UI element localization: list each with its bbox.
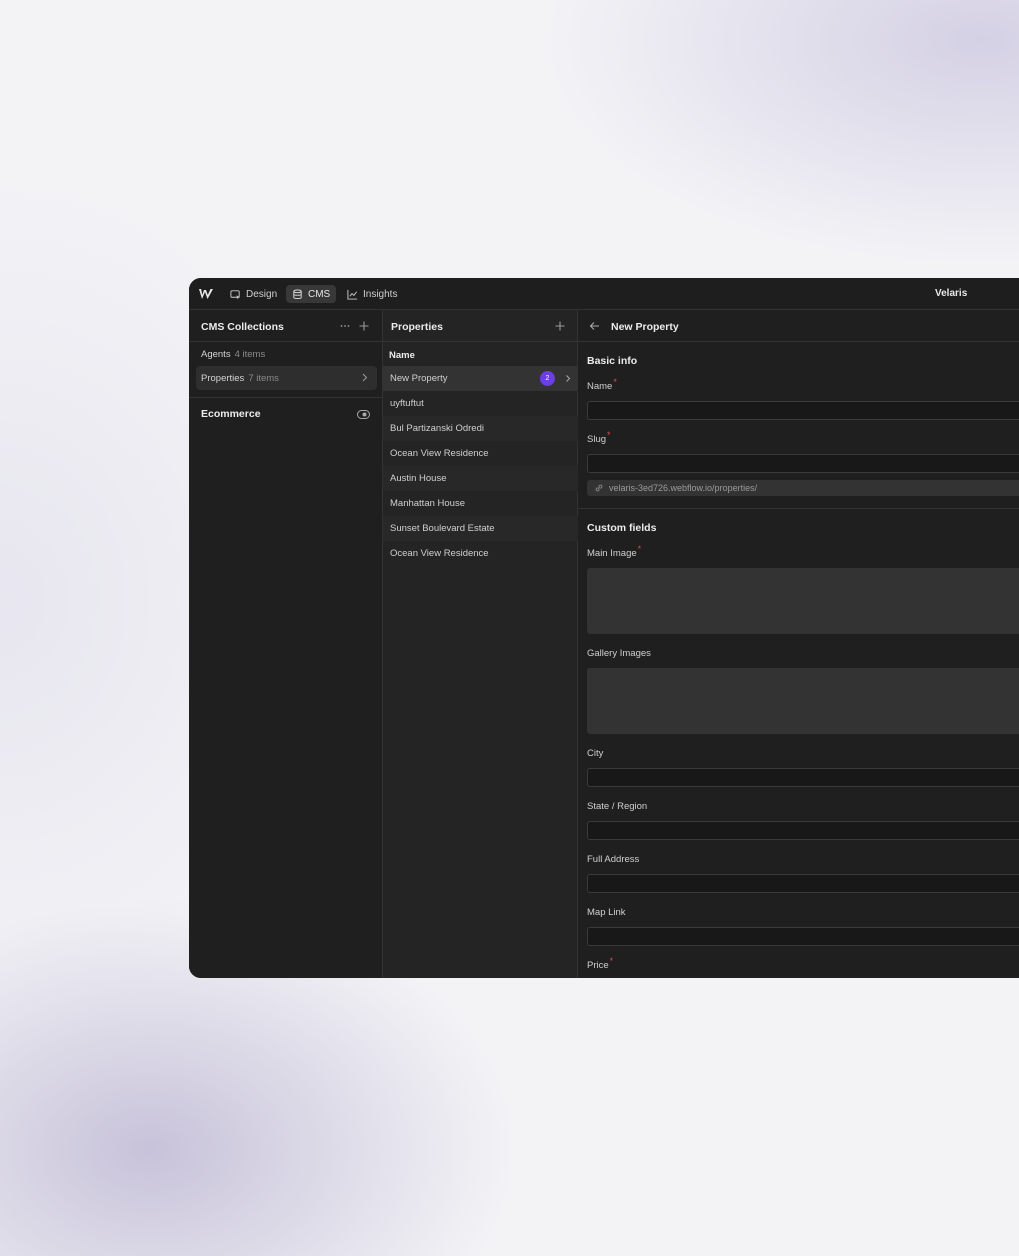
collection-count: 4 items	[234, 348, 266, 360]
tab-design[interactable]: Design	[224, 285, 283, 303]
collection-item-agents[interactable]: Agents 4 items	[196, 342, 377, 366]
item-name: uyftuftut	[390, 398, 424, 409]
main-image-dropzone[interactable]	[587, 568, 1019, 634]
slug-label: Slug*	[587, 430, 611, 445]
item-name: Sunset Boulevard Estate	[390, 523, 495, 534]
add-item-icon[interactable]	[554, 320, 566, 332]
top-bar: Design CMS Insights Velaris	[189, 278, 1019, 310]
list-item[interactable]: Bul Partizanski Odredi	[383, 416, 578, 441]
item-name: Ocean View Residence	[390, 548, 489, 559]
list-item[interactable]: Austin House	[383, 466, 578, 491]
tab-insights[interactable]: Insights	[341, 285, 403, 303]
link-icon	[595, 484, 603, 492]
cms-window: Design CMS Insights Velaris CMS Collecti…	[189, 278, 1019, 978]
gallery-images-label: Gallery Images	[587, 648, 651, 659]
items-title: Properties	[391, 321, 443, 333]
gallery-images-dropzone[interactable]	[587, 668, 1019, 734]
chevron-right-icon	[362, 373, 368, 382]
basic-info-title: Basic info	[587, 355, 638, 367]
state-region-label: State / Region	[587, 801, 648, 812]
slug-url-hint: velaris-3ed726.webflow.io/properties/	[587, 480, 1019, 496]
list-item[interactable]: Manhattan House	[383, 491, 578, 516]
custom-fields-title: Custom fields	[587, 522, 657, 534]
map-link-field[interactable]	[587, 927, 1019, 946]
arrow-left-icon[interactable]	[589, 321, 600, 331]
name-field[interactable]	[587, 401, 1019, 420]
comment-count-badge: 2	[540, 371, 555, 386]
items-header: Properties	[383, 310, 577, 342]
required-mark: *	[637, 544, 642, 554]
name-label: Name*	[587, 377, 617, 392]
eye-icon[interactable]	[357, 409, 370, 420]
editor-title: New Property	[611, 321, 679, 333]
slug-label-text: Slug	[587, 434, 607, 445]
tab-design-label: Design	[246, 288, 278, 300]
list-item[interactable]: uyftuftut	[383, 391, 578, 416]
item-name: Ocean View Residence	[390, 448, 489, 459]
editor-header: New Property	[578, 310, 1019, 342]
items-panel: Properties Name New Property 2 uyftuftut…	[383, 310, 578, 978]
tab-cms-label: CMS	[308, 288, 331, 300]
database-icon	[293, 288, 302, 299]
divider	[578, 508, 1019, 509]
design-icon	[230, 289, 241, 300]
add-collection-icon[interactable]	[358, 320, 370, 332]
more-icon[interactable]	[339, 320, 351, 332]
list-item[interactable]: Ocean View Residence	[383, 441, 578, 466]
item-name: Manhattan House	[390, 498, 465, 509]
price-label-text: Price	[587, 960, 609, 971]
collection-count: 7 items	[248, 372, 279, 384]
collections-title: CMS Collections	[201, 321, 284, 333]
item-name: Bul Partizanski Odredi	[390, 423, 484, 434]
name-label-text: Name	[587, 381, 613, 392]
list-item[interactable]: Sunset Boulevard Estate	[383, 516, 578, 541]
collection-label: Agents	[201, 348, 231, 360]
chevron-right-icon	[566, 375, 571, 382]
item-name: New Property	[390, 373, 448, 384]
chart-line-icon	[347, 289, 358, 300]
item-name: Austin House	[390, 473, 447, 484]
ecommerce-label: Ecommerce	[201, 408, 261, 420]
collection-item-properties[interactable]: Properties 7 items	[196, 366, 377, 390]
full-address-field[interactable]	[587, 874, 1019, 893]
full-address-label: Full Address	[587, 854, 640, 865]
collections-header: CMS Collections	[189, 310, 382, 342]
required-mark: *	[607, 430, 611, 440]
tab-cms[interactable]: CMS	[286, 285, 337, 303]
state-region-field[interactable]	[587, 821, 1019, 840]
slug-url-text: velaris-3ed726.webflow.io/properties/	[609, 483, 758, 493]
item-editor-panel: New Property Basic info Name* Slug* vela…	[578, 310, 1019, 978]
name-column-header[interactable]: Name	[389, 350, 415, 361]
city-label: City	[587, 748, 604, 759]
city-field[interactable]	[587, 768, 1019, 787]
slug-field[interactable]	[587, 454, 1019, 473]
price-label: Price*	[587, 956, 613, 971]
main-image-label: Main Image*	[587, 544, 641, 559]
list-item[interactable]: Ocean View Residence	[383, 541, 578, 566]
list-item[interactable]: New Property 2	[383, 366, 578, 391]
collections-panel: CMS Collections Agents 4 items Propertie…	[189, 310, 383, 978]
tab-insights-label: Insights	[363, 288, 398, 300]
main-image-label-text: Main Image	[587, 548, 637, 559]
required-mark: *	[613, 377, 617, 387]
site-name[interactable]: Velaris	[935, 288, 967, 299]
map-link-label: Map Link	[587, 907, 626, 918]
collection-label: Properties	[201, 372, 245, 384]
required-mark: *	[609, 956, 614, 966]
divider	[189, 397, 383, 398]
webflow-logo-icon[interactable]	[198, 287, 214, 301]
